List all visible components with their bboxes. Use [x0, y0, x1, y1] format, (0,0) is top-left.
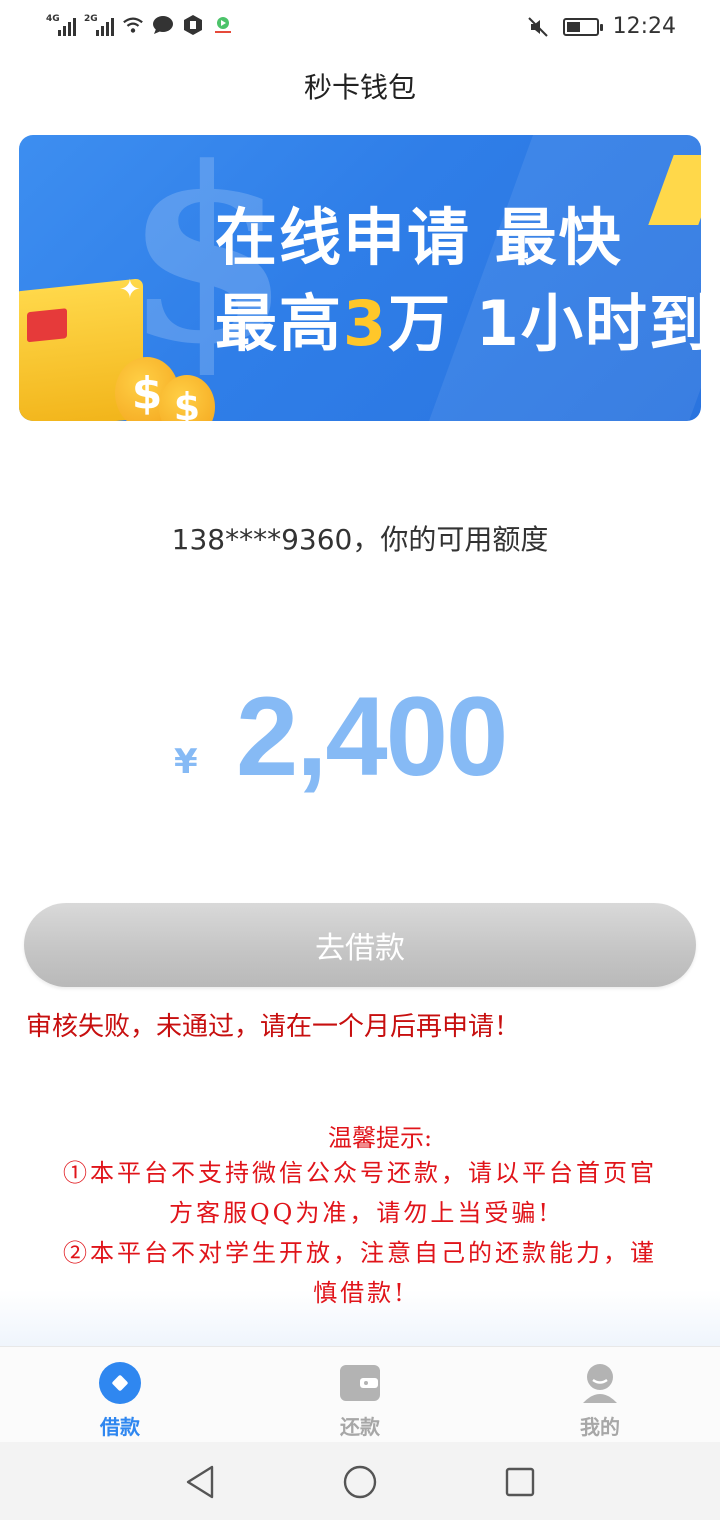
notice-line-3: ②本平台不对学生开放，注意自己的还款能力，谨 — [63, 1239, 657, 1267]
clock: 12:24 — [612, 14, 676, 39]
tab-profile-label: 我的 — [580, 1415, 620, 1439]
review-failed-message: 审核失败，未通过，请在一个月后再申请！ — [26, 1012, 521, 1042]
currency-symbol: ¥ — [174, 742, 198, 782]
network-type-2: 2G — [84, 14, 98, 24]
tab-loan[interactable]: 借款 — [0, 1347, 240, 1442]
network-type: 4G — [46, 14, 60, 24]
wallet-icon — [338, 1361, 382, 1405]
notice-line-2: 方客服QQ为准，请勿上当受骗! — [169, 1199, 551, 1227]
back-icon[interactable] — [180, 1462, 220, 1502]
battery-icon — [562, 17, 603, 36]
banner-headline-2-post: 万 1小时到 — [388, 287, 701, 360]
home-icon[interactable] — [340, 1462, 380, 1502]
system-nav-bar — [0, 1442, 720, 1520]
banner-headline-2-pre: 最高 — [215, 287, 344, 360]
bottom-tab-bar: 借款 还款 我的 — [0, 1346, 720, 1442]
profile-icon — [578, 1361, 622, 1405]
red-envelope-icon — [27, 308, 67, 343]
page-title: 秒卡钱包 — [303, 71, 416, 104]
tab-repay[interactable]: 还款 — [240, 1347, 480, 1442]
loan-icon — [98, 1361, 142, 1405]
banner-headline-2: 最高3万 1小时到 — [215, 273, 701, 363]
status-bar: 4G 2G 12:24 — [0, 0, 720, 56]
message-icon — [152, 14, 174, 36]
borrow-button[interactable]: 去借款 — [24, 903, 696, 987]
tab-loan-label: 借款 — [100, 1415, 140, 1439]
notice-panel: 温馨提示: ①本平台不支持微信公众号还款，请以平台首页官 方客服QQ为准，请勿上… — [20, 1118, 700, 1328]
battery-level — [566, 21, 580, 32]
recents-icon[interactable] — [500, 1462, 540, 1502]
status-left: 4G 2G — [46, 14, 234, 36]
tab-profile[interactable]: 我的 — [480, 1347, 720, 1442]
notice-title: 温馨提示: — [327, 1124, 433, 1152]
wifi-icon — [122, 14, 144, 36]
available-amount: 2,400 — [236, 674, 508, 799]
credit-label: 138****9360，你的可用额度 — [171, 523, 549, 556]
status-right: 12:24 — [527, 14, 676, 39]
notice-line-4: 慎借款! — [313, 1279, 407, 1307]
signal-icon-2: 2G — [84, 14, 114, 36]
notice-line-1: ①本平台不支持微信公众号还款，请以平台首页官 — [63, 1159, 657, 1187]
mute-icon — [527, 16, 549, 38]
tab-repay-label: 还款 — [340, 1415, 380, 1439]
shield-icon — [182, 14, 204, 36]
credit-amount: ¥ 2,400 — [0, 672, 720, 799]
banner-headline-1: 在线申请 最快 — [215, 201, 623, 274]
promo-banner[interactable]: $ 在线申请 最快 最高3万 1小时到 ✦ $ $ — [19, 135, 701, 421]
video-app-icon — [212, 14, 234, 36]
sparkle-icon: ✦ — [119, 275, 141, 305]
signal-icon: 4G — [46, 14, 76, 36]
banner-highlight-number: 3 — [343, 287, 389, 360]
